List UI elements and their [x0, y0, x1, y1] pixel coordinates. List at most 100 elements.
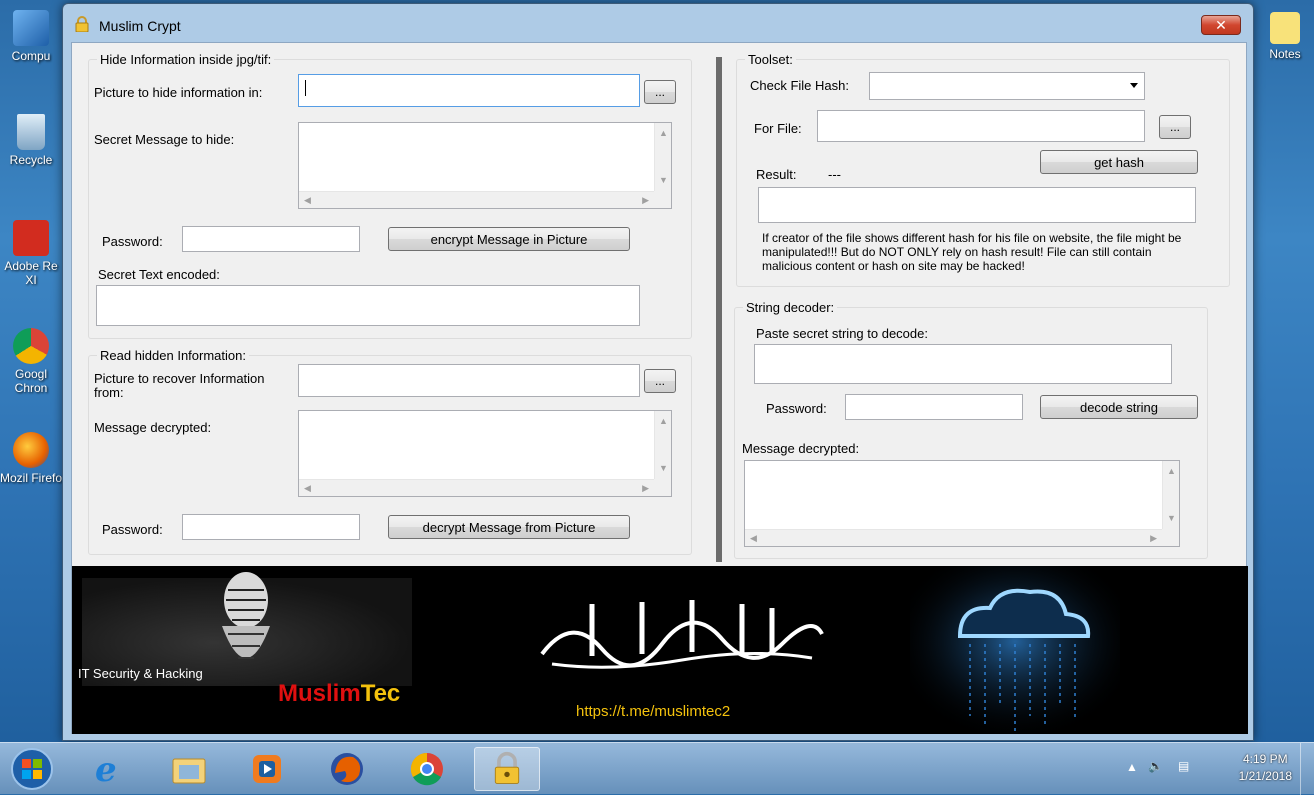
lock-icon: [75, 16, 89, 32]
paste-secret-string-label: Paste secret string to decode:: [756, 326, 928, 341]
horizontal-scrollbar[interactable]: ◀ ▶: [299, 479, 654, 496]
desktop-icon-recycle-bin[interactable]: Recycle: [0, 114, 62, 167]
panel-divider[interactable]: [716, 57, 722, 562]
secret-text-encoded-output[interactable]: [96, 285, 640, 326]
horizontal-scrollbar[interactable]: ◀ ▶: [299, 191, 654, 208]
desktop-icon-label: Googl Chron: [14, 367, 48, 395]
chrome-icon: [410, 752, 443, 786]
secret-message-label: Secret Message to hide:: [94, 132, 235, 147]
masked-figure-icon: [222, 572, 270, 659]
desktop-icon-notes[interactable]: Notes: [1254, 12, 1314, 61]
desktop-icon-adobe-reader[interactable]: Adobe Re XI: [0, 220, 62, 287]
scroll-right-icon[interactable]: ▶: [642, 196, 649, 205]
group-title: Hide Information inside jpg/tif:: [97, 52, 275, 67]
scrollbar-corner: [1162, 529, 1179, 546]
hide-password-input[interactable]: [182, 226, 360, 252]
notes-icon: [1270, 12, 1300, 44]
decode-string-button[interactable]: decode string: [1040, 395, 1198, 419]
scroll-down-icon[interactable]: ▼: [659, 176, 668, 185]
text-caret: [305, 80, 306, 96]
message-decrypted-textarea[interactable]: ▲ ▼ ◀ ▶: [298, 410, 672, 497]
svg-text:e: e: [95, 750, 117, 789]
scroll-down-icon[interactable]: ▼: [659, 464, 668, 473]
system-clock[interactable]: 4:19 PM 1/21/2018: [1239, 751, 1292, 785]
read-password-input[interactable]: [182, 514, 360, 540]
result-label: Result:: [756, 167, 797, 182]
show-hidden-icons-icon[interactable]: ▲: [1126, 760, 1138, 774]
chrome-icon: [13, 328, 49, 364]
desktop-icon-computer[interactable]: Compu: [0, 10, 62, 63]
network-icon[interactable]: ▤: [1178, 759, 1189, 773]
check-file-hash-label: Check File Hash:: [750, 78, 849, 93]
decoder-message-decrypted-label: Message decrypted:: [742, 441, 860, 456]
desktop-icon-firefox[interactable]: Mozil Firefo: [0, 432, 62, 485]
for-file-input[interactable]: [817, 110, 1145, 142]
scroll-left-icon[interactable]: ◀: [750, 534, 757, 543]
scroll-left-icon[interactable]: ◀: [304, 484, 311, 493]
decoder-password-input[interactable]: [845, 394, 1023, 420]
volume-icon[interactable]: 🔈: [1148, 759, 1163, 773]
decoder-password-label: Password:: [766, 401, 827, 416]
get-hash-button[interactable]: get hash: [1040, 150, 1198, 174]
it-security-text: IT Security & Hacking: [78, 666, 203, 681]
vertical-scrollbar[interactable]: ▲ ▼: [654, 123, 671, 191]
vertical-scrollbar[interactable]: ▲ ▼: [1162, 461, 1179, 529]
scroll-up-icon[interactable]: ▲: [659, 129, 668, 138]
window-client-area: Hide Information inside jpg/tif: Picture…: [71, 42, 1248, 734]
taskbar-muslim-crypt[interactable]: [474, 747, 540, 791]
scroll-right-icon[interactable]: ▶: [642, 484, 649, 493]
browse-picture-to-hide-button[interactable]: ...: [644, 80, 676, 104]
picture-to-recover-input[interactable]: [298, 364, 640, 397]
scroll-down-icon[interactable]: ▼: [1167, 514, 1176, 523]
title-bar[interactable]: Muslim Crypt ✕: [63, 4, 1253, 42]
decoder-message-textarea[interactable]: ▲ ▼ ◀ ▶: [744, 460, 1180, 547]
taskbar-chrome[interactable]: [398, 747, 456, 791]
horizontal-scrollbar[interactable]: ◀ ▶: [745, 529, 1162, 546]
file-explorer-icon: [172, 758, 206, 784]
secret-message-textarea[interactable]: ▲ ▼ ◀ ▶: [298, 122, 672, 209]
taskbar-internet-explorer[interactable]: e: [80, 747, 138, 791]
decrypt-message-button[interactable]: decrypt Message from Picture: [388, 515, 630, 539]
muslimtec-logo-text: MuslimTec: [278, 680, 400, 708]
telegram-url-text: https://t.me/muslimtec2: [576, 703, 731, 720]
scrollbar-corner: [654, 191, 671, 208]
browse-picture-to-recover-button[interactable]: ...: [644, 369, 676, 393]
taskbar-file-explorer[interactable]: [160, 747, 218, 791]
start-button[interactable]: [4, 747, 60, 791]
vertical-scrollbar[interactable]: ▲ ▼: [654, 411, 671, 479]
taskbar-firefox[interactable]: [318, 747, 376, 791]
encrypt-message-button[interactable]: encrypt Message in Picture: [388, 227, 630, 251]
internet-explorer-icon: e: [95, 750, 117, 790]
group-title: String decoder:: [743, 300, 838, 315]
picture-to-hide-input[interactable]: [298, 74, 640, 107]
show-desktop-button[interactable]: [1300, 743, 1314, 795]
scroll-right-icon[interactable]: ▶: [1150, 534, 1157, 543]
computer-icon: [13, 10, 49, 46]
brand-muslim: Muslim: [278, 680, 361, 707]
chevron-down-icon[interactable]: [1130, 83, 1138, 88]
browse-hash-file-button[interactable]: ...: [1159, 115, 1191, 139]
firefox-icon: [331, 753, 363, 785]
hash-result-output[interactable]: [758, 187, 1196, 223]
desktop-icon-chrome[interactable]: Googl Chron: [0, 328, 62, 395]
scroll-up-icon[interactable]: ▲: [1167, 467, 1176, 476]
cloud-circuit-icon: [910, 566, 1120, 734]
desktop-icon-label: Notes: [1269, 47, 1301, 61]
scrollbar-corner: [654, 479, 671, 496]
close-button[interactable]: ✕: [1201, 15, 1241, 35]
secret-text-encoded-label: Secret Text encoded:: [98, 267, 220, 282]
read-password-label: Password:: [102, 522, 163, 537]
clock-date: 1/21/2018: [1238, 769, 1292, 783]
muslimtec-banner: IT Security & Hacking MuslimTec https://…: [72, 566, 1248, 734]
window-title: Muslim Crypt: [99, 18, 181, 34]
scroll-left-icon[interactable]: ◀: [304, 196, 311, 205]
lock-icon: [494, 751, 520, 784]
taskbar-media-player[interactable]: [238, 747, 296, 791]
hash-algorithm-select[interactable]: [869, 72, 1145, 100]
secret-string-input[interactable]: [754, 344, 1172, 384]
group-title: Toolset:: [745, 52, 796, 67]
media-player-icon: [253, 755, 281, 783]
scroll-up-icon[interactable]: ▲: [659, 417, 668, 426]
desktop-icon-label: Recycle: [9, 153, 53, 167]
clock-time: 4:19 PM: [1242, 752, 1288, 766]
